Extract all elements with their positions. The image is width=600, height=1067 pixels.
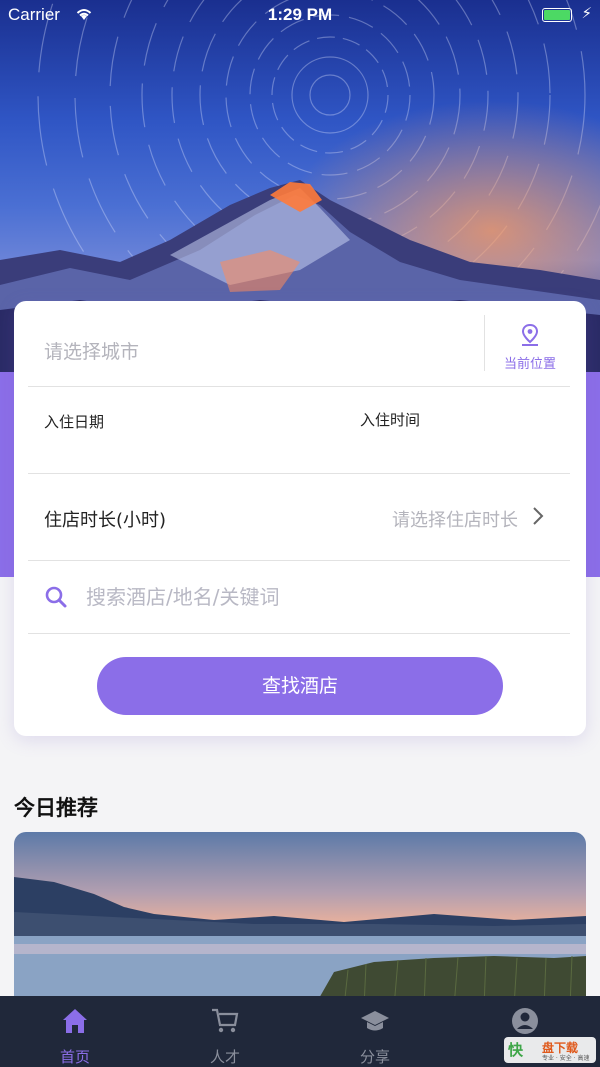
city-select-row[interactable]: 请选择城市 当前位置 [28,301,570,387]
chevron-right-icon [532,506,544,530]
battery-icon [542,8,572,22]
user-circle-icon [510,1006,540,1040]
status-bar: Carrier 1:29 PM ⚡ [0,0,600,30]
checkin-date-field[interactable]: 入住日期 [44,411,104,432]
tab-talent[interactable]: 人才 [150,996,300,1067]
hotel-search-card: 请选择城市 当前位置 入住日期 入住时间 住店时长(小时) 请选择住店时长 查找… [14,301,586,736]
tab-share[interactable]: 分享 [300,996,450,1067]
tab-home-label: 首页 [59,1048,90,1066]
keyword-search-input[interactable] [86,579,556,615]
cart-icon [210,1006,240,1040]
tab-home[interactable]: 首页 [0,996,150,1067]
clock-label: 1:29 PM [267,5,333,24]
recommend-section-title: 今日推荐 [14,796,98,820]
graduation-cap-icon [360,1006,390,1040]
find-hotel-button[interactable]: 查找酒店 [97,657,503,715]
recommend-card-image[interactable] [14,832,586,1007]
tab-share-label: 分享 [359,1048,390,1066]
current-location-label: 当前位置 [503,357,556,372]
watermark-slogan: 专业 · 安全 · 高速 [542,1055,590,1062]
location-pin-icon [519,323,541,351]
stay-duration-label: 住店时长(小时) [44,510,167,531]
keyword-search-row [28,561,570,634]
watermark-brand: 快 [508,1041,524,1059]
city-select-placeholder[interactable]: 请选择城市 [44,337,139,364]
stay-duration-row[interactable]: 住店时长(小时) 请选择住店时长 [28,474,570,561]
tab-talent-label: 人才 [209,1048,240,1066]
current-location-button[interactable]: 当前位置 [490,323,570,373]
divider [484,315,485,371]
checkin-time-field[interactable]: 入住时间 [360,409,420,430]
watermark-logo: 快 盘下载 专业 · 安全 · 高速 [504,1037,596,1063]
stay-duration-placeholder: 请选择住店时长 [392,510,518,531]
search-icon [44,585,68,613]
charging-bolt-icon: ⚡ [581,4,592,22]
home-icon [60,1006,90,1040]
checkin-row: 入住日期 入住时间 [28,387,570,474]
